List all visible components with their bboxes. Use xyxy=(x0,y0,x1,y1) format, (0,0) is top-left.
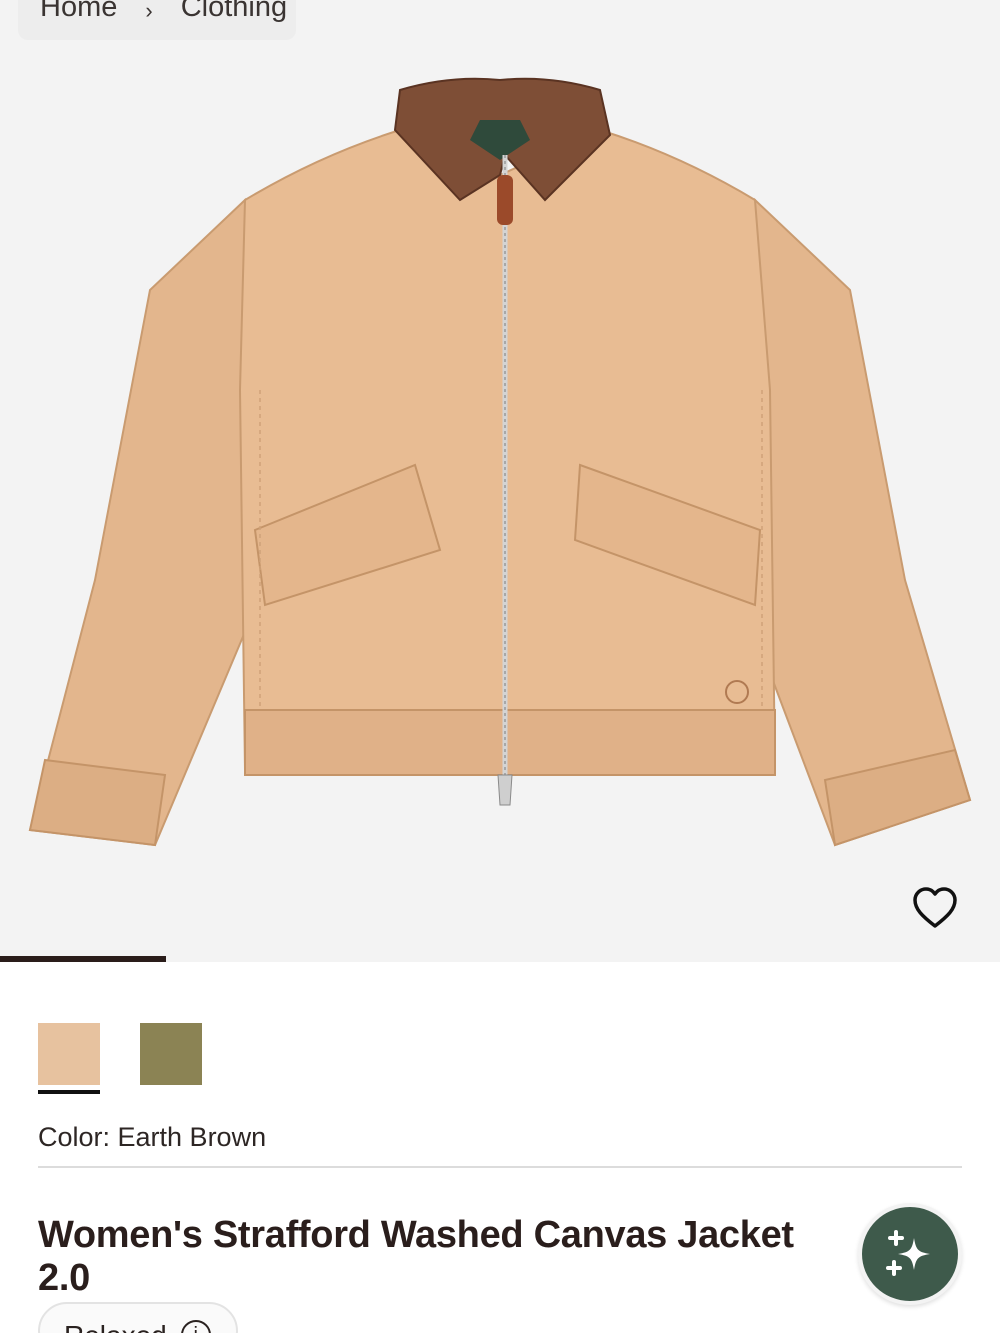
breadcrumb-home[interactable]: Home xyxy=(40,0,117,24)
color-swatch-earth-brown[interactable] xyxy=(38,1023,100,1085)
sparkle-icon xyxy=(886,1230,930,1276)
selected-swatch-underline xyxy=(38,1090,100,1094)
product-image-gallery[interactable]: Home › Clothing xyxy=(0,0,1000,962)
carousel-progress-indicator xyxy=(0,956,166,962)
breadcrumb: Home › Clothing xyxy=(18,0,296,40)
fit-chip-label: Relaxed xyxy=(64,1320,167,1333)
fit-chip[interactable]: Relaxed i xyxy=(38,1302,238,1333)
product-image[interactable] xyxy=(0,60,1000,880)
wishlist-heart-icon[interactable] xyxy=(910,884,960,932)
ai-assistant-button[interactable] xyxy=(858,1203,962,1305)
breadcrumb-current[interactable]: Clothing xyxy=(181,0,287,24)
selected-color-label: Color: Earth Brown xyxy=(38,1122,267,1152)
color-swatch-olive[interactable] xyxy=(140,1023,202,1085)
divider xyxy=(38,1166,962,1168)
info-icon[interactable]: i xyxy=(180,1320,211,1333)
breadcrumb-separator: › xyxy=(145,0,153,23)
product-title: Women's Strafford Washed Canvas Jacket 2… xyxy=(38,1214,794,1299)
